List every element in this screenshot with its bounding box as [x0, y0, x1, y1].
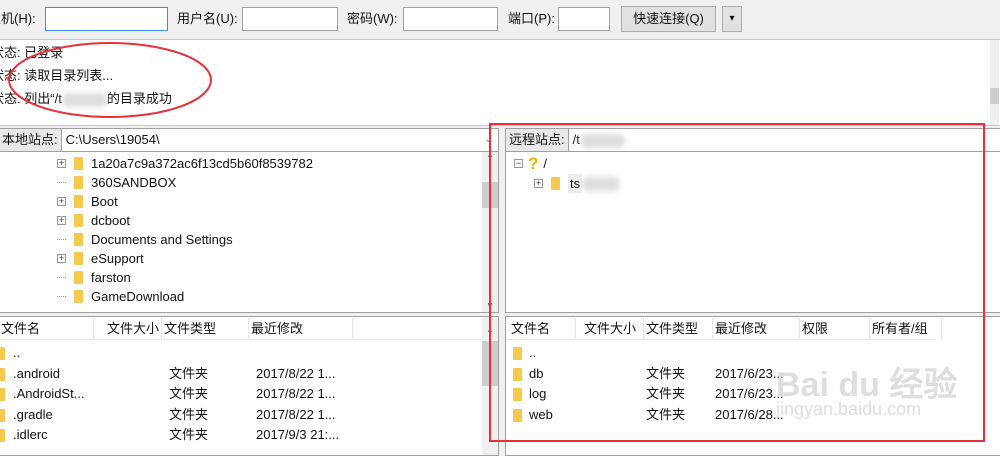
annotation-ellipse: [8, 42, 212, 118]
annotation-overlay: [8, 42, 985, 442]
annotation-rectangle: [489, 123, 985, 442]
